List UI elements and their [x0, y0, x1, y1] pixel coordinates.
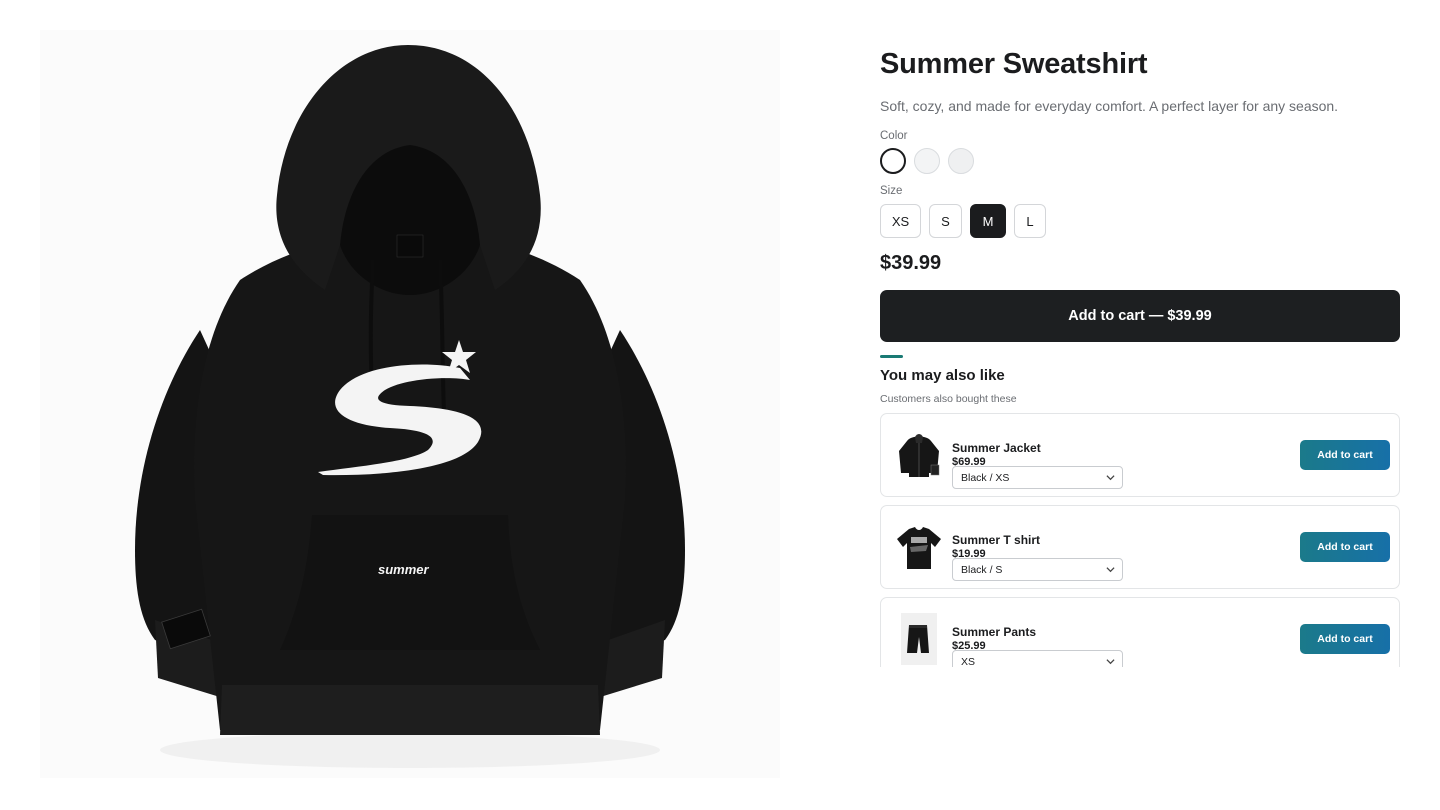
color-swatches: [880, 148, 974, 174]
size-option-l[interactable]: L: [1014, 204, 1046, 238]
add-to-cart-button[interactable]: Add to cart — $39.99: [880, 290, 1400, 342]
variant-select[interactable]: XS: [952, 650, 1123, 667]
recommendations-list: Summer Jacket $69.99 Black / XS Add to c…: [880, 413, 1400, 667]
size-selector: XS S M L: [880, 204, 1046, 238]
product-image: summer: [40, 30, 780, 778]
recommendations-subtitle: Customers also bought these: [880, 393, 1017, 405]
recommendation-item: Summer Jacket $69.99 Black / XS Add to c…: [880, 413, 1400, 497]
size-label: Size: [880, 185, 903, 197]
recommendation-name: Summer Pants: [952, 625, 1037, 639]
variant-select-value: Black / XS: [961, 471, 1010, 484]
product-title: Summer Sweatshirt: [880, 48, 1148, 80]
hoodie-brand-text: summer: [378, 562, 429, 577]
product-details-panel: Summer Sweatshirt Soft, cozy, and made f…: [880, 0, 1400, 810]
recommendation-price: $25.99: [952, 640, 986, 650]
color-swatch-grey[interactable]: [948, 148, 974, 174]
hoodie-illustration: [135, 45, 685, 768]
add-to-cart-button[interactable]: Add to cart: [1300, 624, 1390, 654]
recommendation-price: $19.99: [952, 548, 986, 558]
color-label: Color: [880, 130, 908, 142]
recommendation-item: Summer Pants $25.99 XS Add to cart: [880, 597, 1400, 667]
recommendation-name: Summer Jacket: [952, 441, 1041, 455]
variant-select-value: Black / S: [961, 563, 1003, 576]
variant-select[interactable]: Black / S: [952, 558, 1123, 581]
product-price: $39.99: [880, 252, 942, 274]
section-accent-bar: [880, 355, 903, 358]
pants-thumbnail: [901, 613, 937, 665]
recommendations-title: You may also like: [880, 367, 1005, 384]
jacket-thumbnail: [895, 429, 943, 481]
color-swatch-white[interactable]: [914, 148, 940, 174]
chevron-down-icon: [1106, 659, 1115, 665]
variant-select-value: XS: [961, 655, 976, 668]
add-to-cart-button[interactable]: Add to cart: [1300, 440, 1390, 470]
size-option-s[interactable]: S: [929, 204, 962, 238]
color-swatch-black[interactable]: [880, 148, 906, 174]
variant-select[interactable]: Black / XS: [952, 466, 1123, 489]
product-description: Soft, cozy, and made for everyday comfor…: [880, 98, 1339, 114]
chevron-down-icon: [1106, 567, 1115, 573]
add-to-cart-button[interactable]: Add to cart: [1300, 532, 1390, 562]
recommendation-name: Summer T shirt: [952, 533, 1041, 547]
size-option-m[interactable]: M: [970, 204, 1006, 238]
size-option-xs[interactable]: XS: [880, 204, 921, 238]
chevron-down-icon: [1106, 475, 1115, 481]
recommendation-item: Summer T shirt $19.99 Black / S Add to c…: [880, 505, 1400, 589]
tshirt-thumbnail: [895, 521, 943, 573]
recommendation-price: $69.99: [952, 456, 986, 466]
